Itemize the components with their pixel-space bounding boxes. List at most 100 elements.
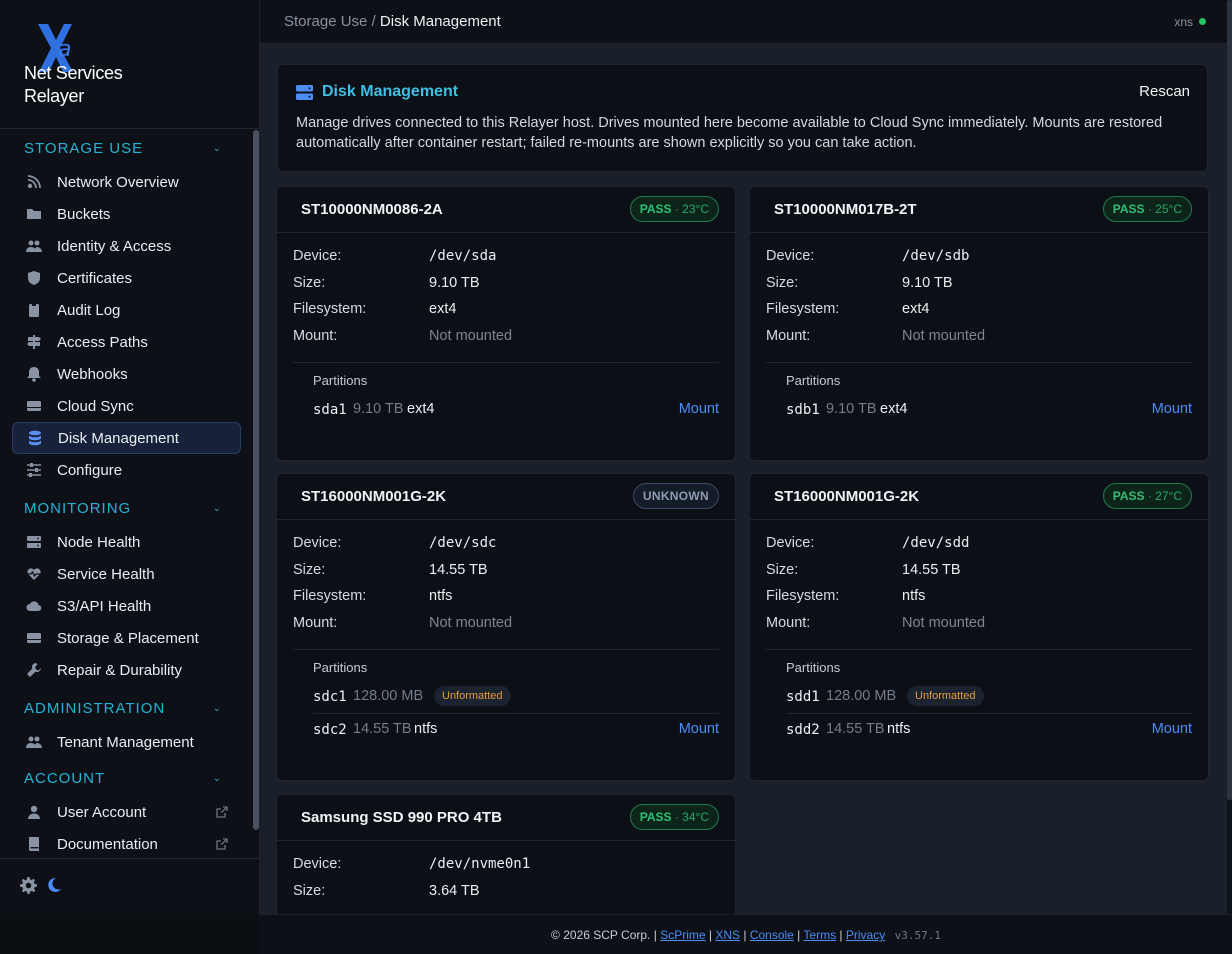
disk-management-header-card: Disk Management Rescan Manage drives con… bbox=[277, 64, 1208, 172]
section-administration[interactable]: ADMINISTRATION ⌄ bbox=[0, 690, 252, 726]
detail-mount: Not mounted bbox=[429, 615, 513, 632]
disk-temperature: · 25°C bbox=[1144, 202, 1182, 216]
footer-version: v3.57.1 bbox=[894, 929, 941, 942]
detail-row-mount: Mount: Not mounted bbox=[750, 611, 1208, 638]
detail-size: 14.55 TB bbox=[429, 561, 488, 578]
detail-device: /dev/sda bbox=[429, 248, 497, 264]
disk-card-header: ST10000NM0086-2A PASS · 23°C bbox=[277, 187, 735, 233]
partition-name: sdc1 bbox=[313, 688, 347, 705]
sidebar-scrollbar[interactable] bbox=[253, 130, 259, 830]
sidebar-item-label: Buckets bbox=[57, 205, 111, 223]
footer-link-scprime[interactable]: ScPrime bbox=[660, 928, 705, 942]
partition-name: sdb1 bbox=[786, 401, 820, 418]
section-storage-use[interactable]: STORAGE USE ⌄ bbox=[0, 130, 252, 166]
section-monitoring[interactable]: MONITORING ⌄ bbox=[0, 490, 252, 526]
page-title: Disk Management bbox=[322, 83, 459, 100]
section-account[interactable]: ACCOUNT ⌄ bbox=[0, 760, 252, 796]
sidebar-item-label: Configure bbox=[57, 461, 123, 479]
footer-link-xns[interactable]: XNS bbox=[715, 928, 740, 942]
detail-label: Size: bbox=[293, 882, 326, 899]
sidebar-item-tenant-management[interactable]: Tenant Management bbox=[0, 726, 252, 758]
sidebar-item-identity-access[interactable]: Identity & Access bbox=[0, 230, 252, 262]
sidebar-item-label: Node Health bbox=[57, 533, 141, 551]
detail-row-filesystem: Filesystem: ext4 bbox=[277, 297, 735, 324]
sidebar-item-node-health[interactable]: Node Health bbox=[0, 526, 252, 558]
partition-row: sdc2 14.55 TB ntfs Mount bbox=[313, 712, 719, 746]
partition-name: sda1 bbox=[313, 401, 347, 418]
section-label: STORAGE USE bbox=[24, 139, 144, 157]
cloud-icon bbox=[26, 601, 42, 612]
footer-link-terms[interactable]: Terms bbox=[803, 928, 836, 942]
sidebar-item-storage-placement[interactable]: Storage & Placement bbox=[0, 622, 252, 654]
detail-filesystem: ntfs bbox=[902, 588, 926, 605]
network-icon bbox=[27, 175, 41, 189]
main-scrollbar[interactable] bbox=[1227, 0, 1232, 914]
detail-row-size: Size: 14.55 TB bbox=[277, 558, 735, 585]
sidebar-item-disk-management[interactable]: Disk Management bbox=[12, 422, 241, 454]
folder-icon bbox=[27, 209, 41, 219]
unformatted-badge: Unformatted bbox=[434, 685, 511, 706]
sidebar-item-user-account[interactable]: User Account bbox=[0, 796, 252, 828]
disk-model: ST16000NM001G-2K bbox=[774, 488, 920, 505]
partition-fs: ntfs bbox=[887, 720, 911, 737]
breadcrumb-separator: / bbox=[367, 13, 380, 30]
book-icon bbox=[28, 837, 39, 851]
mount-button[interactable]: Mount bbox=[1152, 401, 1192, 417]
detail-size: 9.10 TB bbox=[902, 274, 953, 291]
sidebar-item-configure[interactable]: Configure bbox=[0, 454, 252, 486]
detail-row-device: Device: /dev/sdc bbox=[277, 531, 735, 558]
footer-link-console[interactable]: Console bbox=[750, 928, 794, 942]
gear-icon[interactable] bbox=[20, 877, 37, 894]
sidebar-item-buckets[interactable]: Buckets bbox=[0, 198, 252, 230]
mount-button[interactable]: Mount bbox=[679, 401, 719, 417]
smart-status-badge: UNKNOWN bbox=[632, 483, 719, 509]
detail-label: Size: bbox=[293, 274, 326, 291]
partitions: Partitions sda1 9.10 TB ext4 Mount bbox=[293, 361, 719, 426]
smart-status-badge: PASS · 25°C bbox=[1102, 196, 1192, 222]
sidebar-item-service-health[interactable]: Service Health bbox=[0, 558, 252, 590]
sidebar-item-s3-api-health[interactable]: S3/API Health bbox=[0, 590, 252, 622]
disk-details: Device: /dev/sda Size: 9.10 TB Filesystem:… bbox=[277, 233, 735, 351]
sidebar-item-repair-durability[interactable]: Repair & Durability bbox=[0, 654, 252, 686]
disk-card: Samsung SSD 990 PRO 4TB PASS · 34°C Devi… bbox=[276, 794, 736, 914]
footer-copyright: © 2026 SCP Corp. bbox=[551, 928, 651, 942]
detail-device: /dev/sdc bbox=[429, 535, 497, 551]
rescan-button[interactable]: Rescan bbox=[1139, 83, 1190, 100]
mount-button[interactable]: Mount bbox=[1152, 721, 1192, 737]
detail-mount: Not mounted bbox=[429, 328, 513, 345]
detail-row-device: Device: /dev/sdb bbox=[750, 244, 1208, 271]
footer-link-privacy[interactable]: Privacy bbox=[846, 928, 885, 942]
sidebar-item-access-paths[interactable]: Access Paths bbox=[0, 326, 252, 358]
sidebar-item-cloud-sync[interactable]: Cloud Sync bbox=[0, 390, 252, 422]
detail-label: Size: bbox=[766, 561, 799, 578]
disk-model: Samsung SSD 990 PRO 4TB bbox=[301, 809, 502, 826]
breadcrumb-parent[interactable]: Storage Use bbox=[284, 13, 367, 30]
detail-row-size: Size: 14.55 TB bbox=[750, 558, 1208, 585]
sidebar-item-documentation[interactable]: Documentation bbox=[0, 828, 252, 858]
detail-row-mount: Mount: Not mounted bbox=[277, 324, 735, 351]
disk-temperature: · 27°C bbox=[1144, 489, 1182, 503]
sidebar-item-certificates[interactable]: Certificates bbox=[0, 262, 252, 294]
partition-row: sdd2 14.55 TB ntfs Mount bbox=[786, 712, 1192, 746]
heartbeat-icon bbox=[27, 568, 41, 580]
sidebar-item-label: Audit Log bbox=[57, 301, 121, 319]
sidebar-item-network-overview[interactable]: Network Overview bbox=[0, 166, 252, 198]
moon-icon[interactable] bbox=[46, 877, 62, 893]
mount-button[interactable]: Mount bbox=[679, 721, 719, 737]
shield-icon bbox=[28, 271, 40, 285]
sidebar-item-label: Identity & Access bbox=[57, 237, 172, 255]
main-scrollbar-thumb[interactable] bbox=[1227, 0, 1232, 800]
partition-fs: ntfs bbox=[414, 720, 438, 737]
sidebar-item-audit-log[interactable]: Audit Log bbox=[0, 294, 252, 326]
breadcrumb: Storage Use / Disk Management bbox=[284, 13, 501, 30]
drive-icon bbox=[296, 85, 313, 100]
disk-card-header: Samsung SSD 990 PRO 4TB PASS · 34°C bbox=[277, 795, 735, 841]
detail-label: Size: bbox=[293, 561, 326, 578]
detail-size: 3.64 TB bbox=[429, 882, 480, 899]
sidebar-item-webhooks[interactable]: Webhooks bbox=[0, 358, 252, 390]
partition-fs: ext4 bbox=[407, 400, 435, 417]
disk-details: Device: /dev/sdb Size: 9.10 TB Filesystem:… bbox=[750, 233, 1208, 351]
sidebar-item-label: Tenant Management bbox=[57, 733, 194, 751]
detail-mount: Not mounted bbox=[902, 615, 986, 632]
disk-model: ST10000NM017B-2T bbox=[774, 201, 917, 218]
